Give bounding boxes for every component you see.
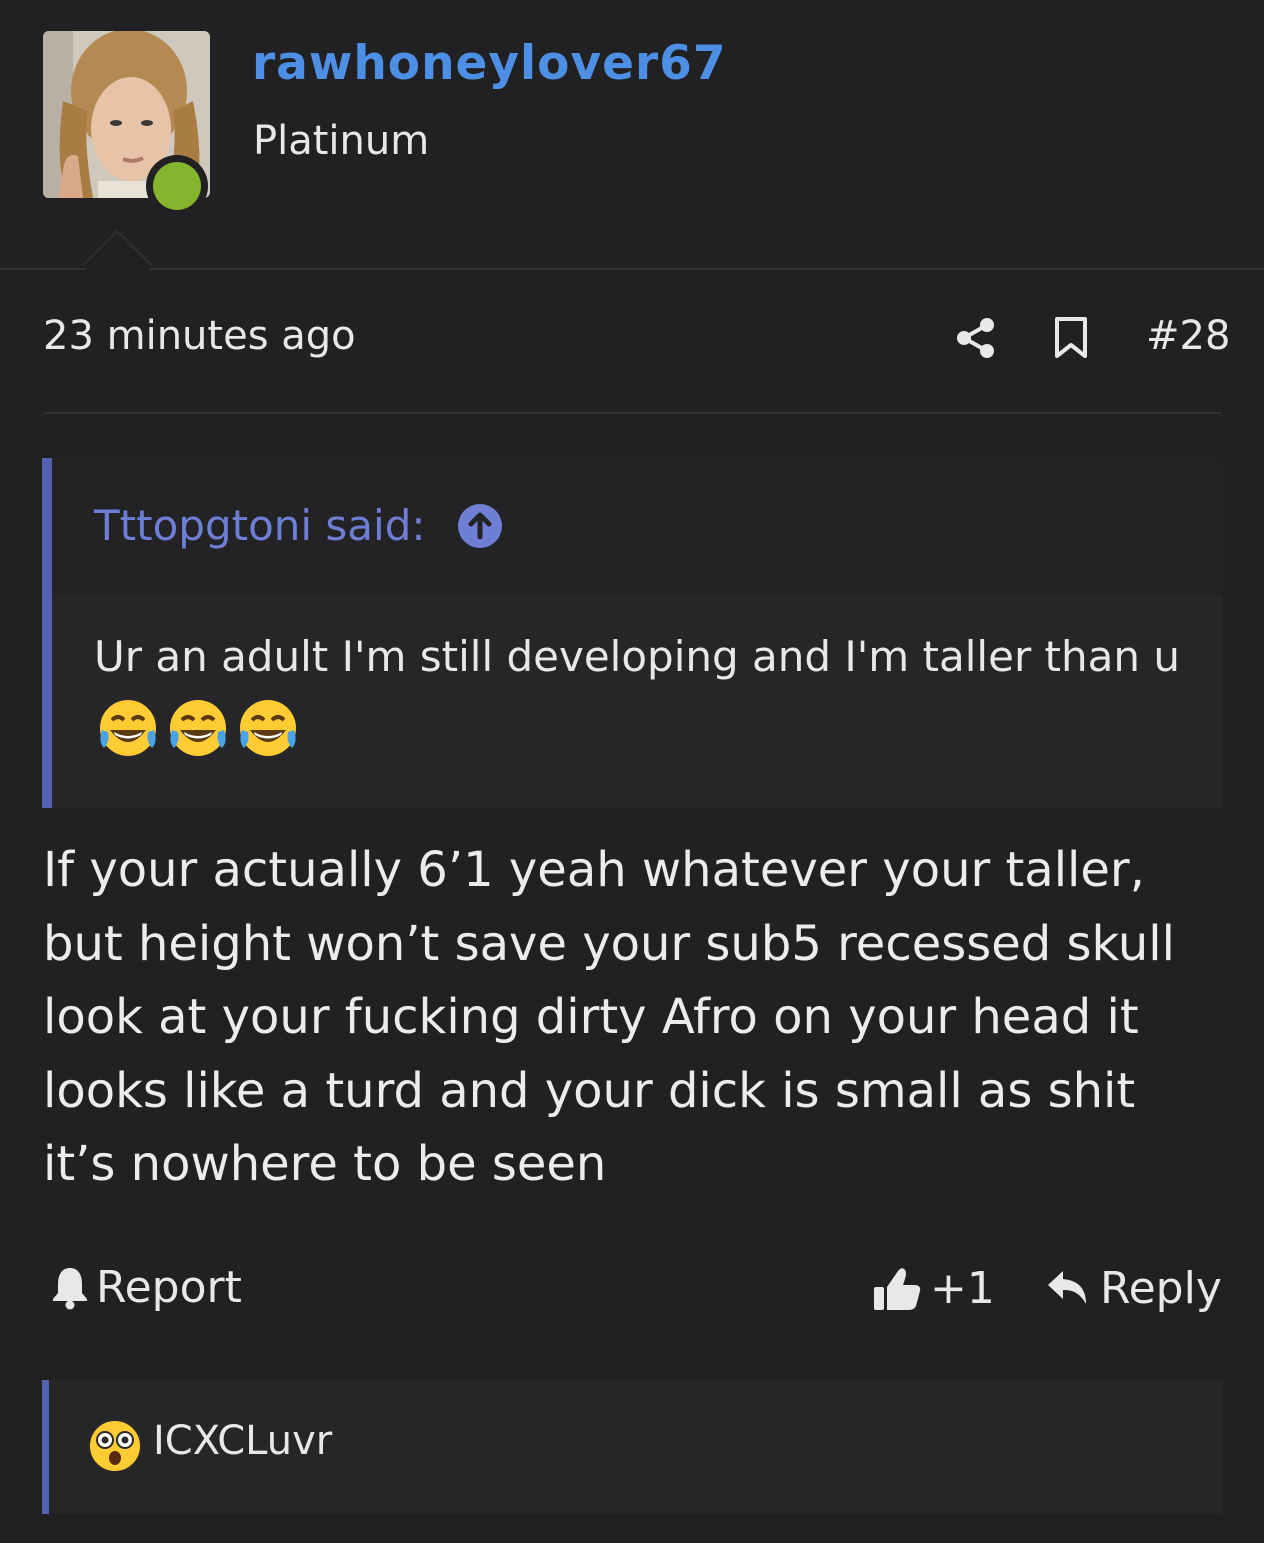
bookmark-icon[interactable]	[1053, 316, 1089, 360]
header-divider	[0, 268, 1264, 270]
quote-header: Tttopgtoni said:	[52, 458, 1222, 597]
tears-of-joy-emoji-icon	[170, 700, 226, 756]
quote-text: Ur an adult I'm still developing and I'm…	[94, 632, 1180, 681]
flushed-face-emoji-icon	[88, 1419, 142, 1473]
report-button[interactable]: Report	[50, 1261, 242, 1313]
post-body-line: If your actually 6’1 yeah whatever your …	[43, 842, 1145, 898]
reactions-bar[interactable]: ICXCLuvr	[42, 1380, 1222, 1514]
header-pointer	[81, 229, 153, 301]
post-body-line: it’s nowhere to be seen	[43, 1136, 607, 1192]
post-body-line: look at your fucking dirty Afro on your …	[43, 989, 1139, 1045]
arrow-up-circle-icon[interactable]	[457, 503, 503, 549]
quote-emojis	[96, 696, 300, 760]
thumbs-up-icon	[874, 1268, 921, 1310]
report-label: Report	[96, 1261, 242, 1313]
quote-author-link[interactable]: Tttopgtoni said:	[94, 501, 426, 550]
meta-divider	[43, 412, 1222, 414]
post-number-link[interactable]: #28	[1146, 313, 1230, 359]
like-button[interactable]: +1	[872, 1262, 995, 1314]
tears-of-joy-emoji-icon	[100, 700, 156, 756]
quote-block: Tttopgtoni said: Ur an adult I'm still d…	[42, 458, 1222, 808]
bell-icon	[53, 1268, 87, 1310]
reply-button[interactable]: Reply	[1046, 1262, 1222, 1314]
reaction-user-link[interactable]: ICXCLuvr	[153, 1418, 332, 1464]
post-body: If your actually 6’1 yeah whatever your …	[43, 834, 1233, 1202]
online-status-indicator	[146, 155, 208, 217]
post-body-line: but height won’t save your sub5 recessed…	[43, 915, 1175, 972]
share-icon[interactable]	[955, 316, 997, 360]
reply-arrow-icon	[1048, 1271, 1086, 1304]
reply-label: Reply	[1100, 1262, 1222, 1314]
like-count: +1	[930, 1262, 995, 1314]
username-link[interactable]: rawhoneylover67	[252, 36, 727, 91]
post-body-line: looks like a turd and your dick is small…	[43, 1062, 1136, 1119]
user-rank: Platinum	[253, 118, 430, 164]
tears-of-joy-emoji-icon	[240, 700, 296, 756]
post-timestamp[interactable]: 23 minutes ago	[43, 313, 356, 359]
